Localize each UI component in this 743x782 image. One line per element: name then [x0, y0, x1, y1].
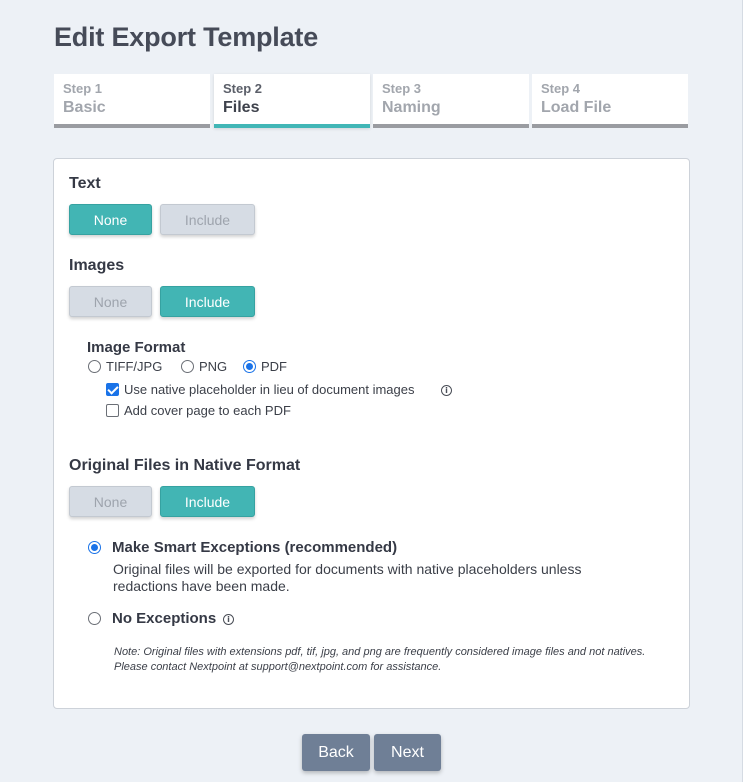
step-name: Naming — [382, 99, 441, 116]
step-tab-load-file[interactable]: Step 4 Load File — [532, 74, 688, 128]
option-label-png: PNG — [199, 359, 228, 374]
step-number: Step 2 — [223, 81, 263, 96]
info-icon[interactable]: i — [223, 614, 234, 625]
page-title: Edit Export Template — [54, 22, 319, 52]
images-none-button[interactable]: None — [69, 286, 152, 317]
text-none-button[interactable]: None — [69, 204, 152, 235]
native-section-label: Original Files in Native Format — [69, 457, 301, 474]
option-label-tiff-jpg: TIFF/JPG — [106, 359, 163, 374]
step-number: Step 4 — [541, 81, 581, 96]
native-include-button[interactable]: Include — [160, 486, 255, 517]
step-name: Files — [223, 99, 260, 116]
images-include-button[interactable]: Include — [160, 286, 255, 317]
smart-exceptions-title: Make Smart Exceptions (recommended) — [112, 539, 398, 556]
native-none-button[interactable]: None — [69, 486, 152, 517]
no-exceptions-title: No Exceptions — [112, 610, 217, 627]
native-placeholder-checkbox[interactable] — [106, 383, 119, 396]
native-placeholder-label: Use native placeholder in lieu of docume… — [124, 382, 415, 397]
text-include-button[interactable]: Include — [160, 204, 255, 235]
step-number: Step 3 — [382, 81, 422, 96]
info-icon[interactable]: i — [441, 385, 452, 396]
step-navigation: Step 1 Basic Step 2 Files Step 3 Naming … — [54, 74, 689, 129]
cover-page-checkbox[interactable] — [106, 404, 119, 417]
step-tab-files[interactable]: Step 2 Files — [214, 74, 370, 128]
step-number: Step 1 — [63, 81, 103, 96]
radio-pdf[interactable] — [243, 360, 256, 373]
native-files-note: Note: Original files with extensions pdf… — [114, 646, 646, 673]
step-tab-naming[interactable]: Step 3 Naming — [373, 74, 529, 128]
radio-png[interactable] — [181, 360, 194, 373]
image-format-label: Image Format — [87, 339, 186, 356]
radio-no-exceptions[interactable] — [88, 612, 101, 625]
radio-smart-exceptions[interactable] — [88, 541, 101, 554]
step-name: Load File — [541, 99, 612, 116]
text-section-label: Text — [69, 175, 101, 192]
cover-page-label: Add cover page to each PDF — [124, 403, 291, 418]
next-button[interactable]: Next — [374, 734, 441, 771]
radio-tiff-jpg[interactable] — [88, 360, 101, 373]
back-button[interactable]: Back — [302, 734, 370, 771]
images-section-label: Images — [69, 257, 125, 274]
smart-exceptions-description: Original files will be exported for docu… — [113, 561, 582, 594]
option-label-pdf: PDF — [261, 359, 287, 374]
step-tab-basic[interactable]: Step 1 Basic — [54, 74, 210, 128]
step-name: Basic — [63, 99, 106, 116]
files-settings-card: Text None Include Images None Include Im… — [53, 158, 690, 709]
